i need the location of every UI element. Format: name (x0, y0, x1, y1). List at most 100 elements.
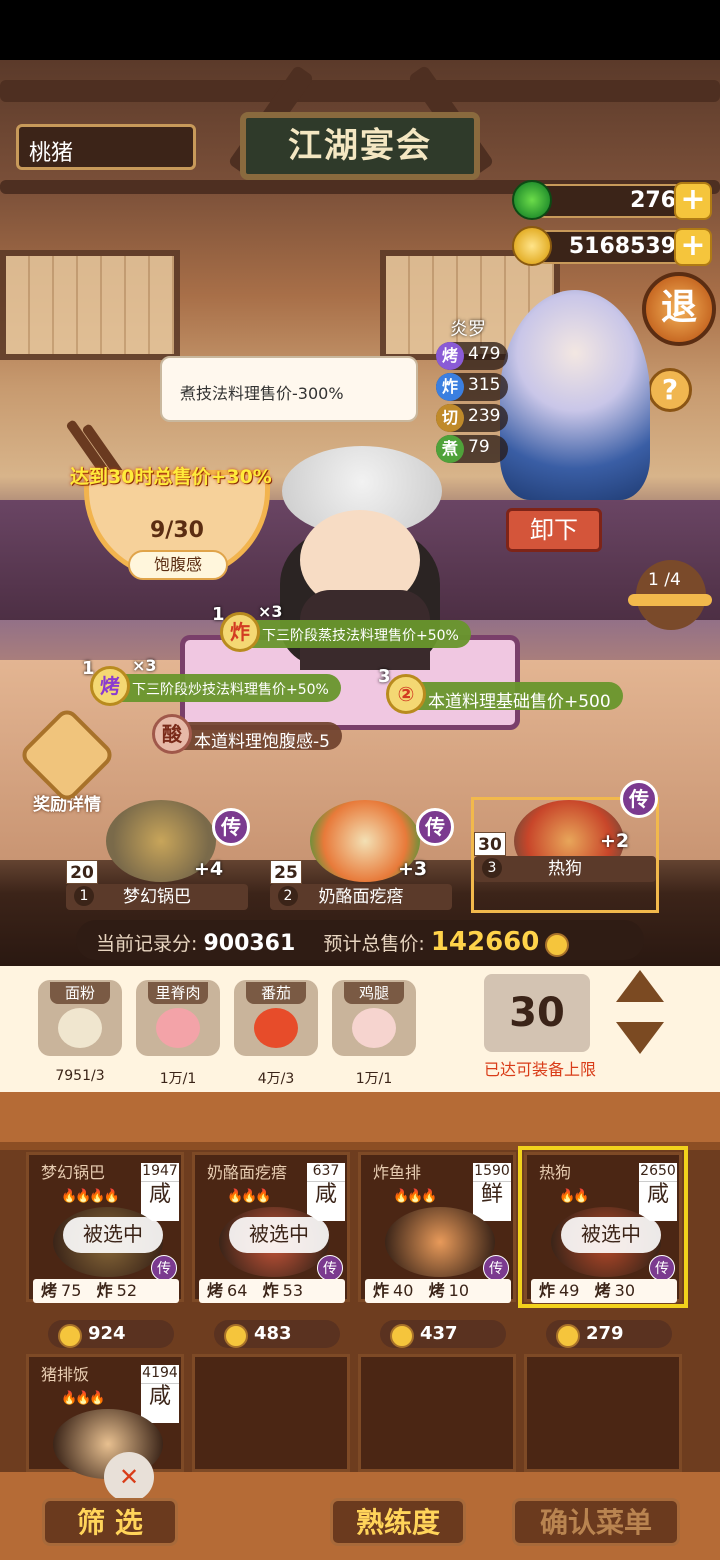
legendary-badge: 传 (151, 1255, 177, 1281)
ingredient-icon (58, 1008, 102, 1048)
reward-details-button[interactable]: 奖励详情 (17, 705, 117, 815)
recipe-taste: 鲜 (473, 1181, 511, 1208)
recipe-name: 炸鱼排 (373, 1163, 422, 1182)
difficulty-fire-icons: 🔥🔥🔥🔥 (61, 1189, 120, 1204)
price-icon: ② (386, 674, 426, 714)
recipe-card[interactable]: 梦幻锅巴 1947 咸 🔥🔥🔥🔥 被选中传烤 75 炸 52 (26, 1152, 184, 1303)
ingredient-item[interactable]: 面粉 7951/3 (38, 980, 122, 1088)
ingredient-count: 7951/3 (55, 1068, 105, 1084)
recipe-price: 1947 (142, 1163, 178, 1179)
recipe-card[interactable]: 热狗 2650 咸 🔥🔥 被选中传炸 49 烤 30 (518, 1146, 688, 1308)
recipe-coin-value: 437 (380, 1320, 506, 1348)
menu-slot-3[interactable]: 传 +2 30 3 热狗 (471, 780, 659, 913)
ingredient-panel: 面粉 7951/3 里脊肉 1万/1 番茄 4万/3 鸡腿 1万/1 30 已达可装备上限 (0, 966, 720, 1092)
selected-badge: 被选中 (561, 1217, 661, 1253)
recipe-card[interactable]: 奶酪面疙瘩 637 咸 🔥🔥🔥 被选中传烤 64 炸 53 (192, 1152, 350, 1303)
menu-slot-1[interactable]: 传 +4 20 1 梦幻锅巴 (66, 800, 250, 910)
ingredient-icon (352, 1008, 396, 1048)
slot-index: 2 (278, 886, 298, 906)
skill-type: 炸 (373, 1281, 390, 1300)
recipe-card[interactable]: 猪排饭 4194 咸 🔥🔥🔥 (26, 1354, 184, 1479)
recipe-name: 奶酪面疙瘩 (207, 1163, 288, 1182)
quantity-up-arrow[interactable] (616, 970, 664, 1002)
recipe-coin-value: 279 (546, 1320, 672, 1348)
coin-icon (512, 226, 552, 266)
skill-stat: 煮 79 (436, 435, 508, 463)
skill-req: 49 (559, 1281, 580, 1300)
skill-stat: 炸 315 (436, 373, 508, 401)
roof-beam (0, 80, 720, 102)
confirm-menu-button[interactable]: 确认菜单 (512, 1498, 680, 1546)
recipe-price: 637 (312, 1163, 340, 1179)
recipe-price: 1590 (474, 1163, 510, 1179)
proficiency-button[interactable]: 熟练度 (330, 1498, 466, 1546)
ingredient-item[interactable]: 番茄 4万/3 (234, 980, 318, 1088)
quantity-down-arrow[interactable] (616, 1022, 664, 1054)
page-indicator[interactable]: 1 /4 (628, 560, 712, 630)
skill-badge: 烤 (436, 342, 464, 370)
ingredient-item[interactable]: 鸡腿 1万/1 (332, 980, 416, 1088)
menu-slot-2[interactable]: 传 +3 25 2 奶酪面疙瘩 (270, 800, 454, 910)
skill-req: 75 (61, 1281, 82, 1300)
skill-type: 炸 (539, 1281, 556, 1300)
skill-type: 烤 (207, 1281, 224, 1300)
skill-req: 53 (282, 1281, 304, 1300)
total-label: 预计总售价: (323, 933, 425, 955)
skill-badge: 炸 (436, 373, 464, 401)
add-jade-button[interactable]: + (674, 182, 712, 220)
ingredient-icon (156, 1008, 200, 1048)
buff-steam-bonus: 1 炸 ×3 下三阶段蒸技法料理售价+50% (212, 602, 471, 652)
record-label: 当前记录分: (96, 933, 198, 955)
ingredient-count: 1万/1 (355, 1071, 393, 1087)
recipe-card[interactable]: 炸鱼排 1590 鲜 🔥🔥🔥 传炸 40 烤 10 (358, 1152, 516, 1303)
skill-req: 64 (227, 1281, 248, 1300)
dish-bonus: +2 (600, 830, 630, 852)
dish-name: 1 梦幻锅巴 (66, 884, 248, 910)
speech-bubble: 煮技法料理售价-300% (160, 356, 418, 422)
retreat-button[interactable]: 退 (642, 272, 716, 346)
help-button[interactable]: ? (648, 368, 692, 412)
recipe-stats: 炸 40 烤 10 (365, 1279, 511, 1303)
ingredient-item[interactable]: 里脊肉 1万/1 (136, 980, 220, 1088)
chef-character-yanluo[interactable] (500, 290, 650, 500)
buff-text: 下三阶段蒸技法料理售价+50% (262, 628, 459, 644)
ingredient-name: 鸡腿 (344, 982, 404, 1004)
recipe-name: 猪排饭 (41, 1365, 90, 1384)
recipe-price-tag: 1590 鲜 (473, 1163, 511, 1221)
record-value: 900361 (203, 931, 296, 956)
jade-counter: 276 + (512, 180, 712, 222)
quantity-value[interactable]: 30 (484, 974, 590, 1052)
ingredient-name: 番茄 (246, 982, 306, 1004)
recipe-coin-value: 924 (48, 1320, 174, 1348)
skill-type: 烤 (428, 1281, 445, 1300)
difficulty-fire-icons: 🔥🔥🔥 (227, 1189, 272, 1204)
skill-badge: 切 (436, 404, 464, 432)
ingredient-count: 4万/3 (257, 1071, 295, 1087)
skill-value: 239 (468, 406, 501, 426)
slot-index: 3 (482, 858, 502, 878)
buff-stirfry-bonus: 1 烤 ×3 下三阶段炒技法料理售价+50% (82, 656, 341, 706)
dish-bonus: +3 (398, 858, 428, 880)
recipe-stats: 烤 75 炸 52 (33, 1279, 179, 1303)
skill-type: 烤 (594, 1281, 611, 1300)
recipe-price-tag: 2650 咸 (639, 1163, 677, 1221)
legendary-badge: 传 (483, 1255, 509, 1281)
skill-stat: 烤 479 (436, 342, 508, 370)
skill-type: 烤 (41, 1281, 58, 1300)
legendary-badge: 传 (212, 808, 250, 846)
skill-req: 10 (448, 1281, 470, 1300)
buff-satiety: 酸 本道料理饱腹感-5 (152, 714, 342, 754)
difficulty-fire-icons: 🔥🔥 (559, 1189, 589, 1204)
recipe-taste: 咸 (639, 1181, 677, 1208)
recipe-taste: 咸 (307, 1181, 345, 1208)
recipe-taste: 咸 (141, 1383, 179, 1410)
buff-multiplier: ×3 (132, 656, 157, 675)
filter-button[interactable]: 筛 选 (42, 1498, 178, 1546)
sour-icon: 酸 (152, 714, 192, 754)
add-coin-button[interactable]: + (674, 228, 712, 266)
unload-button[interactable]: 卸下 (506, 508, 602, 552)
page-indicator-bar (628, 594, 712, 606)
legendary-badge: 传 (620, 780, 658, 818)
difficulty-fire-icons: 🔥🔥🔥 (393, 1189, 438, 1204)
clear-filter-icon[interactable]: ✕ (104, 1452, 154, 1502)
